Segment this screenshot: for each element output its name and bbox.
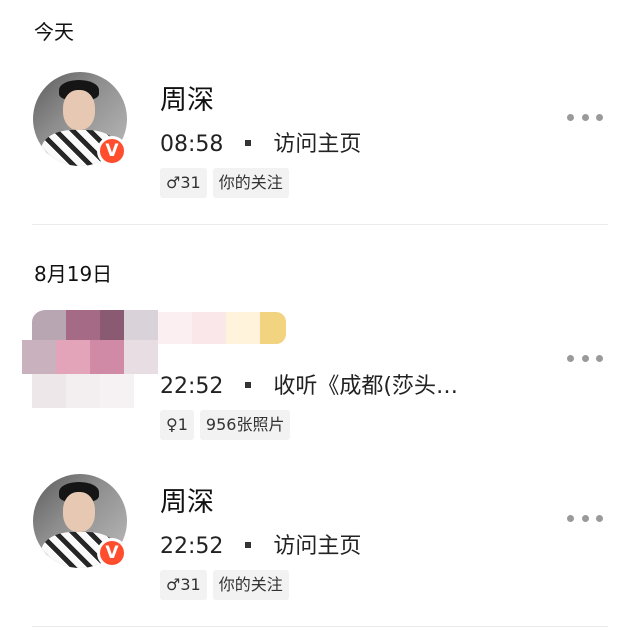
- visit-meta: 22:52 收听《成都(莎头…: [160, 368, 458, 400]
- avatar[interactable]: V: [33, 474, 127, 568]
- user-tags: ♂31 你的关注: [160, 168, 289, 198]
- age-label: 31: [180, 575, 201, 594]
- section-header-today: 今天: [34, 20, 74, 44]
- relation-tag: 你的关注: [212, 168, 289, 198]
- divider: [32, 626, 608, 627]
- user-tags: ♂31 你的关注: [160, 570, 289, 600]
- divider: [32, 224, 608, 225]
- visit-action: 访问主页: [273, 132, 362, 157]
- separator-dot: [245, 140, 252, 146]
- photo-count-tag: 956张照片: [199, 410, 291, 440]
- more-horizontal-icon[interactable]: [567, 513, 603, 523]
- gender-age-badge: ♀1: [160, 410, 194, 440]
- gender-age-badge: ♂31: [160, 168, 207, 198]
- age-label: 31: [180, 173, 201, 192]
- male-icon: ♂: [166, 173, 181, 192]
- user-tags: ♀1 956张照片: [160, 410, 291, 440]
- visit-action: 访问主页: [273, 534, 362, 559]
- more-horizontal-icon[interactable]: [567, 353, 603, 363]
- visit-time: 08:58: [160, 132, 224, 157]
- section-header-date: 8月19日: [34, 262, 113, 286]
- user-name[interactable]: 周深: [160, 480, 214, 519]
- visit-meta: 08:58 访问主页: [160, 126, 361, 158]
- visit-time: 22:52: [160, 374, 224, 399]
- separator-dot: [245, 542, 252, 548]
- visit-action: 收听《成都(莎头…: [273, 374, 458, 399]
- visit-time: 22:52: [160, 534, 224, 559]
- relation-tag: 你的关注: [212, 570, 289, 600]
- more-horizontal-icon[interactable]: [567, 112, 603, 122]
- verified-badge-icon: V: [97, 136, 127, 166]
- male-icon: ♂: [166, 575, 181, 594]
- age-label: 1: [177, 415, 188, 434]
- female-icon: ♀: [166, 415, 178, 434]
- gender-age-badge: ♂31: [160, 570, 207, 600]
- separator-dot: [245, 382, 252, 388]
- visit-meta: 22:52 访问主页: [160, 528, 361, 560]
- user-name[interactable]: 周深: [160, 78, 214, 117]
- avatar[interactable]: V: [33, 72, 127, 166]
- verified-badge-icon: V: [97, 538, 127, 568]
